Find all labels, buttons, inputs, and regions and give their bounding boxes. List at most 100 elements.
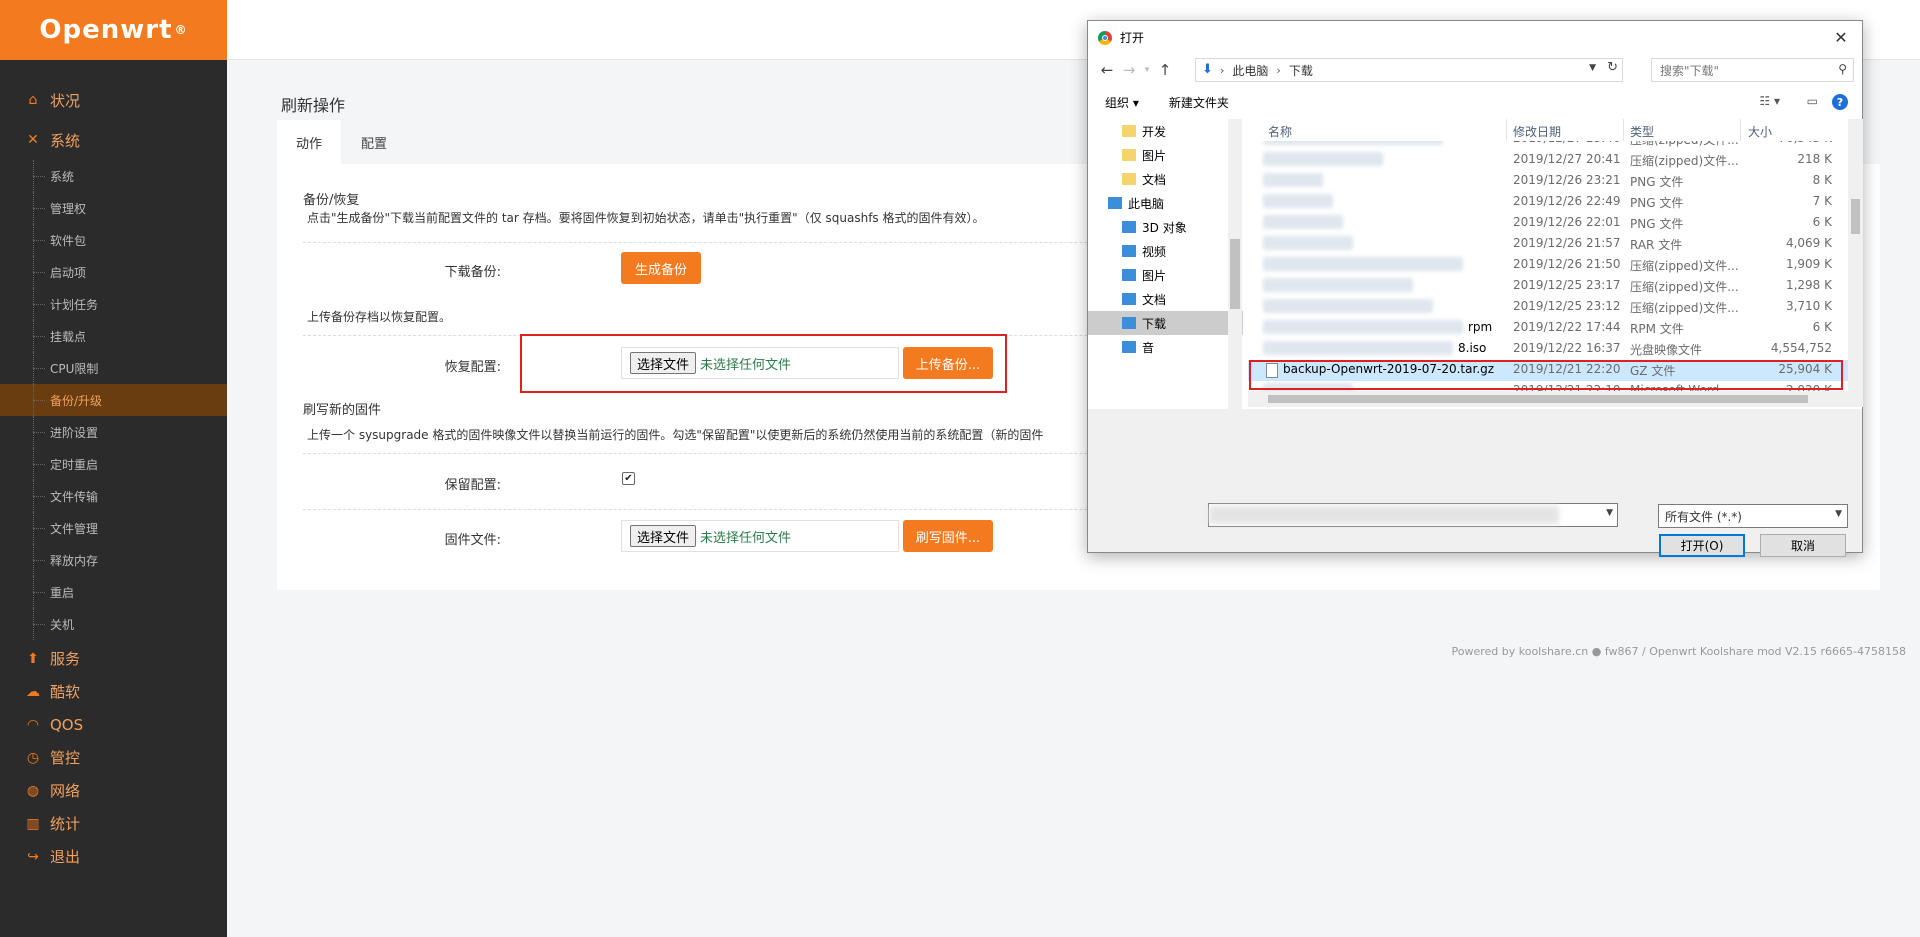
file-row[interactable]: 2019/12/25 23:12 压缩(zipped)文件... 3,710 K <box>1248 297 1848 318</box>
sidebar-item[interactable]: 管理权 <box>0 192 227 224</box>
nav-group-bottom-4[interactable]: ◍ 网络 <box>0 774 227 807</box>
flash-firmware-button[interactable]: 刷写固件... <box>903 520 993 552</box>
tools-icon: ✕ <box>27 132 39 148</box>
view-options-icon[interactable]: ☷ ▾ <box>1759 94 1780 108</box>
nav-group-bottom-5[interactable]: ▥ 统计 <box>0 807 227 840</box>
keep-config-checkbox[interactable]: ✔ <box>622 472 635 485</box>
address-bar[interactable]: ⬇ › 此电脑 › 下载 ▼ ↻ <box>1195 58 1623 82</box>
nav-group-bottom-6[interactable]: ↪ 退出 <box>0 840 227 873</box>
file-row[interactable]: 2019/12/27 20:41 压缩(zipped)文件... 218 K <box>1248 150 1848 171</box>
file-row[interactable]: 2019/12/27 23:46 压缩(zipped)文件... 76,343 K <box>1248 141 1848 150</box>
tab-actions[interactable]: 动作 <box>277 120 341 164</box>
sidebar-item[interactable]: 启动项 <box>0 256 227 288</box>
refresh-icon[interactable]: ↻ <box>1607 60 1618 75</box>
sidebar-item[interactable]: 计划任务 <box>0 288 227 320</box>
sidebar-item[interactable]: 文件传输 <box>0 480 227 512</box>
nav-pane-item[interactable]: 文档 <box>1088 287 1243 311</box>
nav-group-1[interactable]: ✕ 系统 <box>0 120 227 160</box>
nav-pane-item[interactable]: 图片 <box>1088 263 1243 287</box>
sidebar-item[interactable]: CPU限制 <box>0 352 227 384</box>
file-list-hscrollbar[interactable] <box>1248 391 1848 407</box>
nav-pane-item[interactable]: 视频 <box>1088 239 1243 263</box>
sidebar-item[interactable]: 定时重启 <box>0 448 227 480</box>
nav-pane-label: 下载 <box>1142 316 1167 331</box>
dialog-title-bar: 打开 ✕ <box>1088 21 1862 54</box>
computer-icon <box>1122 293 1136 305</box>
chevron-down-icon[interactable]: ▼ <box>1589 63 1596 73</box>
column-type[interactable]: 类型 <box>1630 123 1654 140</box>
tab-config[interactable]: 配置 <box>341 120 407 164</box>
nav-group-label: 统计 <box>50 815 81 833</box>
help-icon[interactable]: ? <box>1832 94 1848 110</box>
sidebar-item[interactable]: 文件管理 <box>0 512 227 544</box>
nav-pane-item[interactable]: 音 <box>1088 335 1243 359</box>
sidebar-item[interactable]: 系统 <box>0 160 227 192</box>
nav-group-bottom-3[interactable]: ◷ 管控 <box>0 741 227 774</box>
file-type-filter[interactable]: 所有文件 (*.*) ▼ <box>1658 504 1848 528</box>
column-size[interactable]: 大小 <box>1748 123 1772 140</box>
open-button[interactable]: 打开(O) <box>1659 534 1745 557</box>
sidebar-item[interactable]: 进阶设置 <box>0 416 227 448</box>
filename-input[interactable]: ▼ <box>1208 503 1618 527</box>
back-arrow-icon[interactable]: ← <box>1096 61 1118 79</box>
sidebar-item[interactable]: 挂载点 <box>0 320 227 352</box>
nav-scrollbar[interactable] <box>1228 119 1242 409</box>
column-date[interactable]: 修改日期 <box>1513 123 1561 140</box>
nav-pane-item[interactable]: 图片 <box>1088 143 1243 167</box>
nav-group-label: 系统 <box>50 131 81 150</box>
breadcrumb-downloads[interactable]: 下载 <box>1289 62 1313 79</box>
brand-logo[interactable]: Openwrt ® <box>0 0 227 60</box>
column-name[interactable]: 名称 <box>1268 123 1292 140</box>
sidebar-item[interactable]: 软件包 <box>0 224 227 256</box>
file-list-scrollbar[interactable] <box>1848 119 1863 407</box>
nav-group-bottom-1[interactable]: ☁ 酷软 <box>0 675 227 708</box>
nav-group-bottom-0[interactable]: ⬆ 服务 <box>0 642 227 675</box>
dialog-footer: ▼ <box>1088 409 1862 552</box>
file-row[interactable]: 2019/12/26 21:50 压缩(zipped)文件... 1,909 K <box>1248 255 1848 276</box>
file-type: 压缩(zipped)文件... <box>1630 141 1739 148</box>
redacted-name <box>1263 236 1353 250</box>
file-row[interactable]: 2019/12/26 23:21 PNG 文件 8 K <box>1248 171 1848 192</box>
forward-arrow-icon[interactable]: → <box>1118 61 1140 79</box>
firmware-file-input[interactable]: 选择文件 未选择任何文件 <box>621 520 899 552</box>
nav-group-label: QOS <box>50 715 84 734</box>
file-date: 2019/12/26 21:50 <box>1513 257 1621 271</box>
generate-backup-button[interactable]: 生成备份 <box>621 252 701 284</box>
file-row[interactable]: 2019/12/26 22:49 PNG 文件 7 K <box>1248 192 1848 213</box>
organize-button[interactable]: 组织 ▾ <box>1105 94 1139 111</box>
file-row[interactable]: rpm 2019/12/22 17:44 RPM 文件 6 K <box>1248 318 1848 339</box>
file-row[interactable]: 2019/12/26 21:57 RAR 文件 4,069 K <box>1248 234 1848 255</box>
open-file-dialog: 打开 ✕ ← → ▾ ↑ ⬇ › 此电脑 › 下载 ▼ ↻ 搜索"下载" ⚲ 组… <box>1087 20 1863 557</box>
nav-pane-item[interactable]: 文档 <box>1088 167 1243 191</box>
sidebar-item[interactable]: 备份/升级 <box>0 384 227 416</box>
nav-group-bottom-2[interactable]: ◠ QOS <box>0 708 227 741</box>
choose-file-button[interactable]: 选择文件 <box>630 525 697 547</box>
sidebar-item[interactable]: 关机 <box>0 608 227 640</box>
nav-pane-label: 文档 <box>1142 292 1167 307</box>
globe-icon: ◍ <box>26 782 40 799</box>
chrome-icon <box>1098 30 1112 45</box>
new-folder-button[interactable]: 新建文件夹 <box>1169 94 1229 111</box>
chevron-down-icon[interactable]: ▼ <box>1606 508 1613 518</box>
sidebar-item[interactable]: 重启 <box>0 576 227 608</box>
breadcrumb-this-pc[interactable]: 此电脑 <box>1232 62 1268 79</box>
file-row[interactable]: 2019/12/25 23:17 压缩(zipped)文件... 1,298 K <box>1248 276 1848 297</box>
file-date: 2019/12/27 23:46 <box>1513 141 1621 145</box>
up-arrow-icon[interactable]: ↑ <box>1154 61 1176 79</box>
nav-pane-item[interactable]: 开发 <box>1088 119 1243 143</box>
file-size: 4,554,752 <box>1770 341 1832 355</box>
sidebar-item[interactable]: 释放内存 <box>0 544 227 576</box>
file-date: 2019/12/26 21:57 <box>1513 236 1621 250</box>
nav-pane-item[interactable]: 此电脑 <box>1088 191 1243 215</box>
nav-pane-item[interactable]: 下载 <box>1088 311 1243 335</box>
cancel-button[interactable]: 取消 <box>1760 534 1846 557</box>
nav-group-0[interactable]: ⌂ 状况 <box>0 80 227 120</box>
history-dropdown-icon[interactable]: ▾ <box>1140 65 1154 75</box>
file-row[interactable]: 8.iso 2019/12/22 16:37 光盘映像文件 4,554,752 <box>1248 339 1848 360</box>
redacted-name <box>1263 341 1453 355</box>
preview-pane-icon[interactable]: ▭ <box>1807 94 1818 108</box>
close-icon[interactable]: ✕ <box>1826 23 1856 51</box>
file-row[interactable]: 2019/12/26 22:01 PNG 文件 6 K <box>1248 213 1848 234</box>
nav-pane-item[interactable]: 3D 对象 <box>1088 215 1243 239</box>
search-input[interactable]: 搜索"下载" ⚲ <box>1651 58 1854 82</box>
